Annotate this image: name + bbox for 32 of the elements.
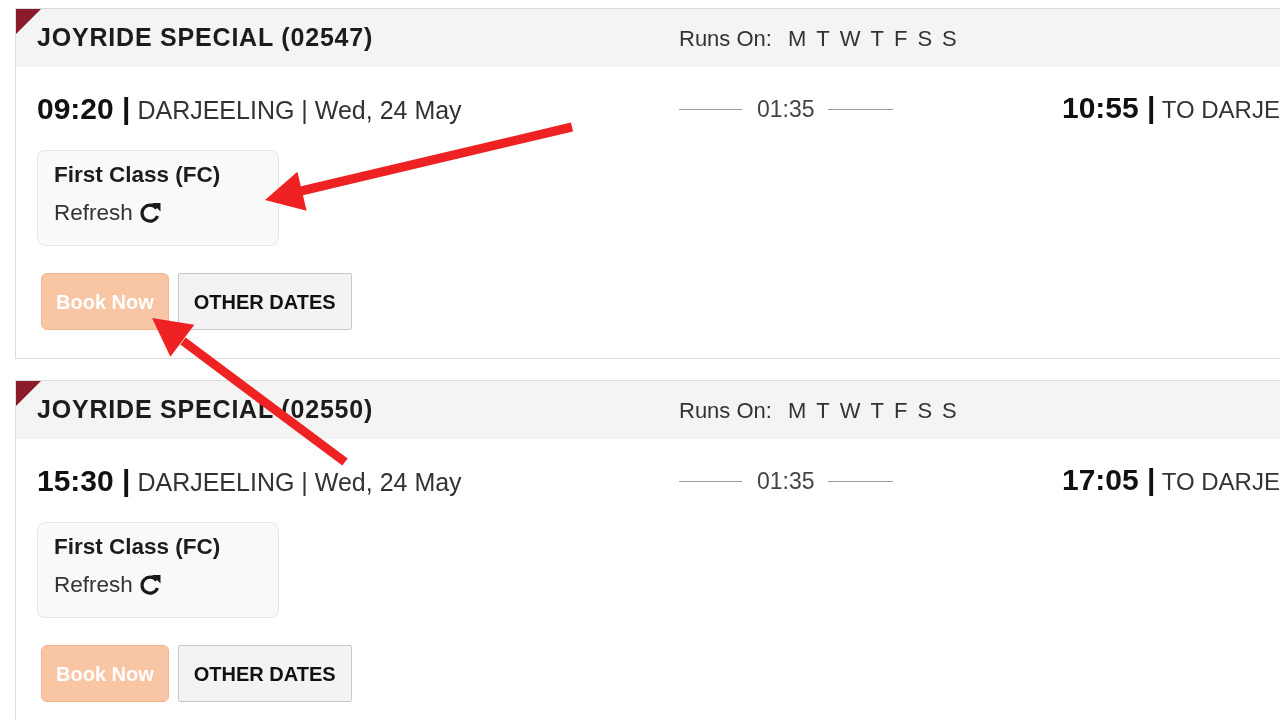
runs-on-label: Runs On: xyxy=(679,396,772,425)
other-dates-button[interactable]: OTHER DATES xyxy=(177,645,352,702)
weekday-letter: F xyxy=(893,24,908,53)
train-name: JOYRIDE SPECIAL (02550) xyxy=(37,394,374,426)
arrival-info: 17:05 | TO DARJE xyxy=(1062,463,1280,498)
refresh-icon xyxy=(138,202,161,224)
weekday-letter: W xyxy=(839,396,861,425)
duration-text: 01:35 xyxy=(757,467,815,496)
departure-info: 09:20 | DARJEELING | Wed, 24 May xyxy=(37,91,462,127)
weekday-letter: M xyxy=(787,396,807,425)
weekday-letter: S xyxy=(917,396,933,425)
weekday-letter: S xyxy=(942,396,957,425)
other-dates-button[interactable]: OTHER DATES xyxy=(177,273,352,330)
refresh-button[interactable]: Refresh xyxy=(54,571,161,599)
departure-info: 15:30 | DARJEELING | Wed, 24 May xyxy=(37,463,462,499)
weekday-letter: T xyxy=(816,396,830,425)
fare-class-name: First Class (FC) xyxy=(54,161,221,189)
refresh-icon xyxy=(138,574,161,596)
weekday-letter: T xyxy=(870,24,884,53)
weekday-letter: F xyxy=(893,396,908,425)
arrival-info: 10:55 | TO DARJE xyxy=(1062,91,1280,126)
weekday-letter: S xyxy=(942,24,957,53)
weekday-letter: S xyxy=(917,24,933,53)
fare-class-name: First Class (FC) xyxy=(54,533,221,561)
weekday-letter: M xyxy=(787,24,807,53)
refresh-button[interactable]: Refresh xyxy=(54,199,161,227)
duration-text: 01:35 xyxy=(757,95,815,124)
train-name: JOYRIDE SPECIAL (02547) xyxy=(37,22,374,54)
weekday-letter: T xyxy=(870,396,884,425)
runs-on-label: Runs On: xyxy=(679,24,772,53)
weekday-letter: W xyxy=(839,24,861,53)
weekday-letter: T xyxy=(816,24,830,53)
